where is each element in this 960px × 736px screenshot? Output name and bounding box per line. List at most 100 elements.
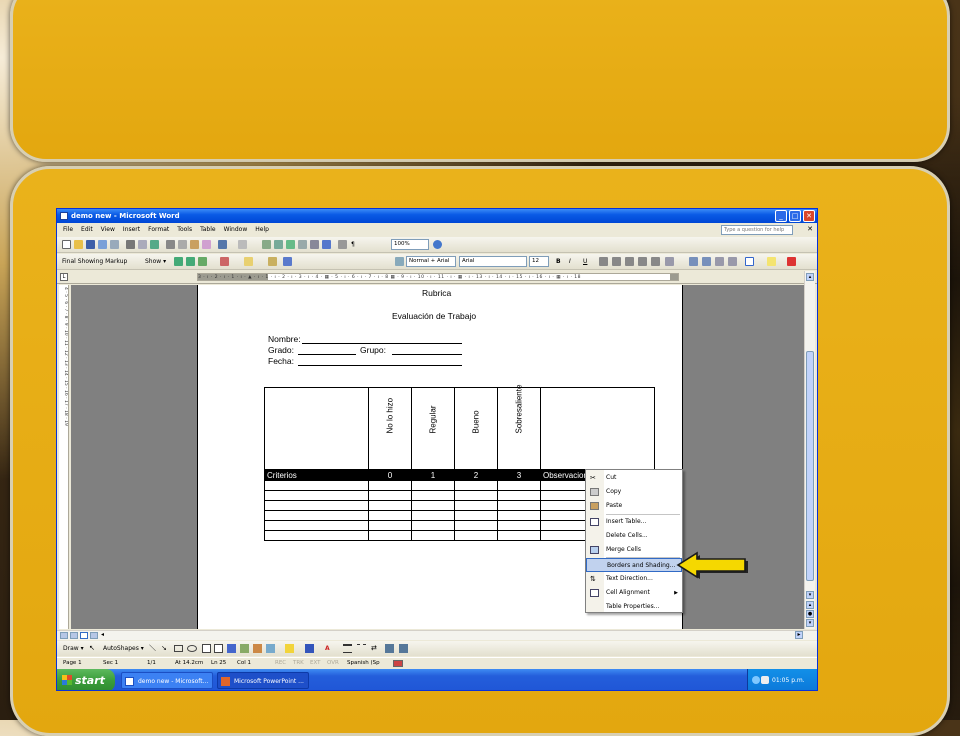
3d-icon[interactable] [399,644,408,653]
table-cell[interactable]: 0 [368,469,412,481]
align-center-icon[interactable] [612,257,621,266]
email-icon[interactable] [110,240,119,249]
help-icon[interactable] [433,240,442,249]
undo-icon[interactable] [218,240,227,249]
distributed-icon[interactable] [651,257,660,266]
next-page-icon[interactable]: ▾ [806,619,814,627]
vertical-text-box-icon[interactable] [214,644,223,653]
zoom-select[interactable]: 100% [391,239,429,250]
menu-item-merge-cells[interactable]: Merge Cells [586,543,682,557]
web-view-icon[interactable] [70,632,78,639]
style-select[interactable]: Normal + Arial [406,256,456,267]
redo-icon[interactable] [238,240,247,249]
font-select[interactable]: Arial [459,256,527,267]
scroll-left-icon[interactable]: ◂ [101,631,104,638]
underline-button[interactable]: U [583,256,587,267]
show-menu[interactable]: Show ▾ [145,256,166,267]
menu-item-text-direction[interactable]: ⇅ Text Direction... [586,572,682,586]
dash-style-icon[interactable] [357,644,366,653]
menu-item-table-properties[interactable]: Table Properties... [586,600,682,614]
select-objects-icon[interactable]: ↖ [89,641,95,656]
diagram-icon[interactable] [240,644,249,653]
table-cell[interactable]: No lo hizo [368,387,412,470]
align-right-icon[interactable] [625,257,634,266]
arrow-tool-icon[interactable]: ↘ [161,641,167,656]
shadow-icon[interactable] [385,644,394,653]
scroll-down-icon[interactable]: ▾ [806,591,814,599]
open-icon[interactable] [74,240,83,249]
menu-tools[interactable]: Tools [173,224,196,236]
fill-color-icon[interactable] [285,644,294,653]
status-rec[interactable]: REC [275,658,286,669]
cut-icon[interactable] [166,240,175,249]
table-cell[interactable]: 2 [454,469,498,481]
print-layout-icon[interactable] [80,632,88,639]
table-cell[interactable]: 1 [411,469,455,481]
align-left-icon[interactable] [599,257,608,266]
previous-change-icon[interactable] [174,257,183,266]
vertical-scrollbar[interactable]: ▴ ▾ ▴ ● ▾ [804,271,815,629]
line-color-icon[interactable] [305,644,314,653]
line-icon[interactable]: ＼ [149,641,156,656]
drawing-icon[interactable] [322,240,331,249]
line-spacing-icon[interactable] [665,257,674,266]
insert-comment-icon[interactable] [244,257,253,266]
rectangle-icon[interactable] [174,645,183,652]
vertical-ruler[interactable]: 4 · 5 · 6 · 7 · 8 · 9 · 10 · 11 · 12 · 1… [59,285,69,629]
draw-menu[interactable]: Draw ▾ [63,641,84,656]
save-icon[interactable] [86,240,95,249]
horizontal-ruler[interactable]: 3 · ı · 2 · ı · 1 · ı · ▲ · ı · 1 · ı · … [197,273,679,281]
font-color-icon[interactable] [787,257,796,266]
menu-item-delete-cells[interactable]: Delete Cells... [586,529,682,543]
font-size-select[interactable]: 12 [529,256,549,267]
autoshapes-menu[interactable]: AutoShapes ▾ [103,641,144,656]
tables-borders-icon[interactable] [274,240,283,249]
table-cell[interactable] [264,387,369,470]
accept-change-icon[interactable] [198,257,207,266]
help-search-input[interactable]: Type a question for help [721,225,793,235]
title-bar[interactable]: demo new - Microsoft Word [57,209,817,223]
columns-icon[interactable] [310,240,319,249]
scroll-thumb[interactable] [806,351,814,581]
menu-item-insert-table[interactable]: Insert Table... [586,515,682,529]
oval-icon[interactable] [187,645,197,652]
close-button[interactable]: ✕ [803,210,815,222]
taskbar-item-powerpoint[interactable]: Microsoft PowerPoint ... [217,672,309,689]
normal-view-icon[interactable] [60,632,68,639]
outline-view-icon[interactable] [90,632,98,639]
increase-indent-icon[interactable] [728,257,737,266]
table-cell[interactable]: Bueno [454,387,498,470]
menu-edit[interactable]: Edit [77,224,97,236]
previous-page-icon[interactable]: ▴ [806,601,814,609]
spelling-status-icon[interactable] [393,660,403,667]
tab-selector[interactable]: L [60,273,68,281]
menu-help[interactable]: Help [251,224,273,236]
paste-icon[interactable] [190,240,199,249]
print-preview-icon[interactable] [138,240,147,249]
insert-excel-icon[interactable] [298,240,307,249]
scroll-right-icon[interactable]: ▸ [795,631,803,639]
picture-icon[interactable] [266,644,275,653]
table-cell[interactable]: Criterios [264,469,369,481]
styles-icon[interactable] [395,257,404,266]
print-icon[interactable] [126,240,135,249]
menu-table[interactable]: Table [196,224,220,236]
reviewing-pane-icon[interactable] [283,257,292,266]
status-ovr[interactable]: OVR [327,658,339,669]
font-color-draw-icon[interactable]: A [325,641,330,656]
next-change-icon[interactable] [186,257,195,266]
new-icon[interactable] [62,240,71,249]
italic-button[interactable]: I [569,256,571,267]
spelling-icon[interactable] [150,240,159,249]
close-document-button[interactable]: ✕ [807,225,813,233]
menu-item-borders-and-shading[interactable]: Borders and Shading... [586,558,682,572]
wordart-icon[interactable] [227,644,236,653]
highlight-icon[interactable] [268,257,277,266]
menu-item-cell-alignment[interactable]: Cell Alignment ▶ [586,586,682,600]
table-cell[interactable]: Regular [411,387,455,470]
reject-change-icon[interactable] [220,257,229,266]
status-trk[interactable]: TRK [293,658,304,669]
horizontal-scroll-track[interactable] [111,632,801,640]
menu-file[interactable]: File [57,224,77,236]
network-icon[interactable] [752,676,760,684]
